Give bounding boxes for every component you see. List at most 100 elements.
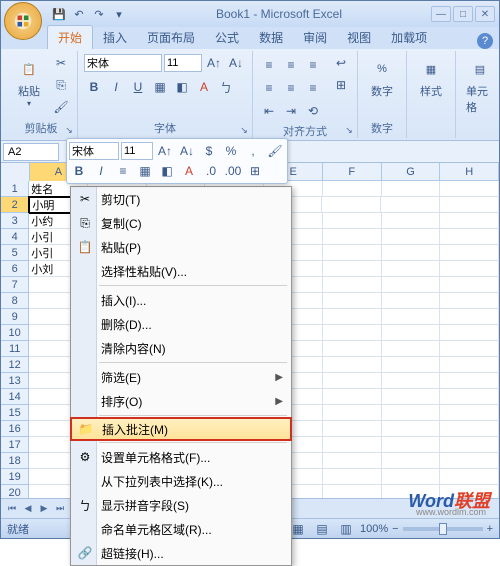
mini-fill-color-icon[interactable]: ◧ [157, 161, 177, 181]
first-sheet-icon[interactable]: ⏮ [5, 502, 19, 516]
office-button[interactable] [4, 2, 42, 40]
mini-bold-button[interactable]: B [69, 161, 89, 181]
orientation-icon[interactable]: ⟲ [303, 101, 323, 121]
wrap-text-icon[interactable]: ↩ [331, 53, 351, 73]
fill-color-button[interactable]: ◧ [172, 77, 192, 97]
tab-addins[interactable]: 加载项 [381, 26, 437, 49]
zoom-out-icon[interactable]: − [392, 523, 398, 535]
row-header[interactable]: 5 [1, 245, 29, 261]
tab-review[interactable]: 审阅 [293, 26, 337, 49]
cell[interactable] [322, 197, 381, 213]
cell[interactable] [382, 421, 441, 437]
cell[interactable] [323, 437, 382, 453]
mini-grow-font-icon[interactable]: A↑ [155, 141, 175, 161]
cell[interactable] [440, 469, 499, 485]
zoom-level[interactable]: 100% [360, 523, 388, 535]
row-header[interactable]: 2 [1, 197, 29, 213]
next-sheet-icon[interactable]: ▶ [37, 502, 51, 516]
cell[interactable] [323, 293, 382, 309]
row-header[interactable]: 12 [1, 357, 29, 373]
cut-icon[interactable]: ✂ [51, 53, 71, 73]
cell[interactable] [440, 181, 499, 197]
increase-indent-icon[interactable]: ⇥ [281, 101, 301, 121]
row-header[interactable]: 13 [1, 373, 29, 389]
cell[interactable] [382, 453, 441, 469]
cell[interactable] [440, 437, 499, 453]
help-icon[interactable]: ? [477, 33, 493, 49]
tab-insert[interactable]: 插入 [93, 26, 137, 49]
cell[interactable] [323, 357, 382, 373]
menu-cut[interactable]: ✂剪切(T) [71, 187, 291, 211]
tab-view[interactable]: 视图 [337, 26, 381, 49]
align-bottom-icon[interactable]: ≡ [303, 55, 323, 75]
menu-sort[interactable]: 排序(O)▶ [71, 389, 291, 413]
last-sheet-icon[interactable]: ⏭ [53, 502, 67, 516]
row-header[interactable]: 8 [1, 293, 29, 309]
font-launcher[interactable]: ↘ [238, 124, 250, 136]
close-button[interactable]: ✕ [475, 6, 495, 22]
copy-icon[interactable]: ⎘ [51, 75, 71, 95]
font-color-button[interactable]: A [194, 77, 214, 97]
cell[interactable] [323, 469, 382, 485]
cell[interactable] [382, 325, 441, 341]
cell[interactable] [381, 197, 440, 213]
font-size-select[interactable]: 11 [164, 54, 202, 72]
menu-filter[interactable]: 筛选(E)▶ [71, 365, 291, 389]
shrink-font-icon[interactable]: A↓ [226, 53, 246, 73]
cell[interactable] [382, 405, 441, 421]
paste-button[interactable]: 📋 粘贴 ▾ [11, 53, 47, 118]
qat-dropdown-icon[interactable]: ▾ [111, 6, 127, 22]
align-left-icon[interactable]: ≡ [259, 78, 279, 98]
cell[interactable] [323, 181, 382, 197]
mini-align-center-icon[interactable]: ≡ [113, 161, 133, 181]
clipboard-launcher[interactable]: ↘ [63, 124, 75, 136]
col-header-H[interactable]: H [440, 163, 499, 181]
view-layout-icon[interactable]: ▤ [312, 519, 332, 539]
cell[interactable] [323, 325, 382, 341]
cell[interactable] [382, 437, 441, 453]
cell[interactable] [382, 341, 441, 357]
number-format-button[interactable]: % 数字 [364, 53, 400, 101]
cell[interactable] [323, 485, 382, 498]
cell[interactable] [440, 421, 499, 437]
row-header[interactable]: 11 [1, 341, 29, 357]
menu-insert[interactable]: 插入(I)... [71, 288, 291, 312]
menu-name-range[interactable]: 命名单元格区域(R)... [71, 517, 291, 541]
cell[interactable] [440, 341, 499, 357]
menu-copy[interactable]: ⎘复制(C) [71, 211, 291, 235]
row-header[interactable]: 16 [1, 421, 29, 437]
save-icon[interactable]: 💾 [51, 6, 67, 22]
border-button[interactable]: ▦ [150, 77, 170, 97]
cell[interactable] [440, 213, 499, 229]
tab-data[interactable]: 数据 [249, 26, 293, 49]
tab-page-layout[interactable]: 页面布局 [137, 26, 205, 49]
row-header[interactable]: 20 [1, 485, 29, 498]
zoom-slider[interactable] [403, 527, 483, 531]
mini-percent-icon[interactable]: % [221, 141, 241, 161]
mini-border-icon[interactable]: ▦ [135, 161, 155, 181]
cells-button[interactable]: ▤ 单元格 [462, 53, 498, 117]
format-painter-icon[interactable]: 🖌 [51, 97, 71, 117]
row-header[interactable]: 1 [1, 181, 29, 197]
cell[interactable] [440, 453, 499, 469]
cell[interactable] [440, 373, 499, 389]
cell[interactable] [440, 357, 499, 373]
cell[interactable] [382, 357, 441, 373]
cell[interactable] [323, 389, 382, 405]
redo-icon[interactable]: ↷ [91, 6, 107, 22]
menu-paste[interactable]: 📋粘贴(P) [71, 235, 291, 259]
cell[interactable] [382, 277, 441, 293]
alignment-launcher[interactable]: ↘ [343, 124, 355, 136]
align-top-icon[interactable]: ≡ [259, 55, 279, 75]
cell[interactable] [323, 245, 382, 261]
bold-button[interactable]: B [84, 77, 104, 97]
cell[interactable] [323, 405, 382, 421]
merge-center-icon[interactable]: ⊞ [331, 75, 351, 95]
mini-merge-icon[interactable]: ⊞ [245, 161, 265, 181]
cell[interactable] [323, 421, 382, 437]
menu-phonetic[interactable]: ㄅ显示拼音字段(S) [71, 493, 291, 517]
tab-formulas[interactable]: 公式 [205, 26, 249, 49]
menu-pick-from-list[interactable]: 从下拉列表中选择(K)... [71, 469, 291, 493]
row-header[interactable]: 6 [1, 261, 29, 277]
cell[interactable] [440, 197, 499, 213]
